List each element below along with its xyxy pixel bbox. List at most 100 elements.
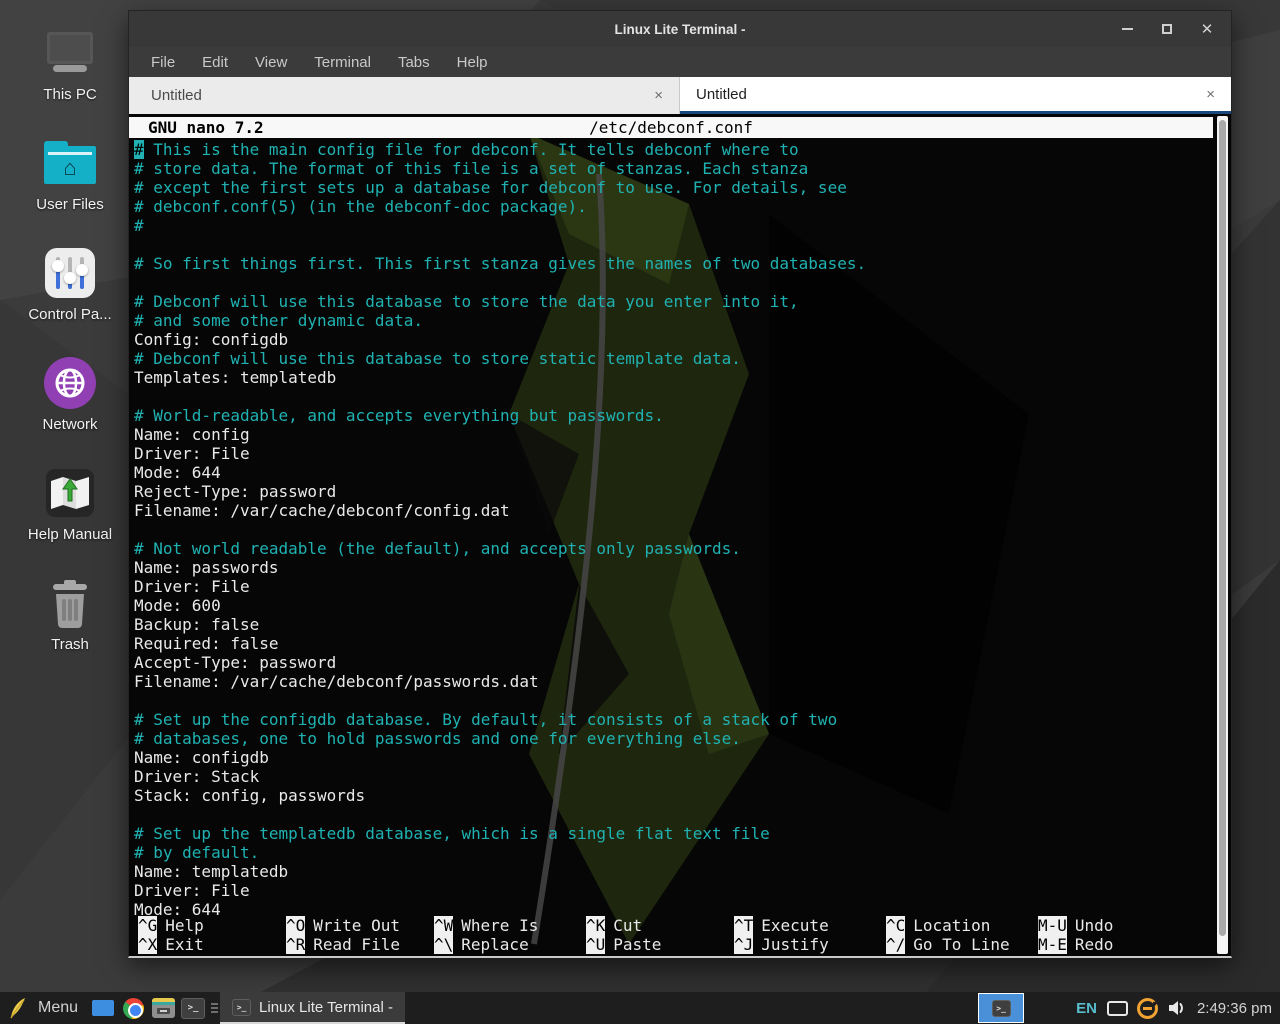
- shortcut-key: ^K: [586, 916, 605, 935]
- nano-line: [134, 235, 1213, 254]
- nano-line: Mode: 644: [134, 900, 1213, 916]
- desktop-icon-control-panel[interactable]: Control Pa...: [8, 244, 132, 340]
- nano-line: # by default.: [134, 843, 1213, 862]
- nano-shortcut: M-ERedo: [1038, 935, 1213, 954]
- menu-file[interactable]: File: [147, 52, 179, 73]
- chrome-icon: [123, 998, 144, 1019]
- scrollbar[interactable]: [1213, 114, 1231, 956]
- chrome-launcher[interactable]: [118, 992, 148, 1024]
- window-controls: ✕: [1119, 11, 1215, 47]
- show-desktop-button[interactable]: [88, 992, 118, 1024]
- nano-line: Name: config: [134, 425, 1213, 444]
- tab-label: Untitled: [680, 86, 747, 103]
- shortcut-label: Read File: [313, 935, 400, 954]
- nano-shortcut: ^TExecute: [734, 916, 886, 935]
- shortcut-key: ^/: [886, 935, 905, 954]
- maximize-button[interactable]: [1159, 21, 1175, 37]
- volume-icon[interactable]: [1167, 999, 1187, 1017]
- linux-lite-logo-icon: [6, 996, 28, 1020]
- shortcut-label: Replace: [461, 935, 528, 954]
- clock[interactable]: 2:49:36 pm: [1197, 1000, 1272, 1017]
- nano-line: # Set up the templatedb database, which …: [134, 824, 1213, 843]
- desktop-icon-this-pc[interactable]: This PC: [8, 24, 132, 120]
- shortcut-key: M-E: [1038, 935, 1067, 954]
- update-notifier-icon[interactable]: [1137, 998, 1158, 1019]
- task-button-label: Linux Lite Terminal -: [259, 999, 393, 1016]
- menu-bar: File Edit View Terminal Tabs Help: [129, 47, 1231, 77]
- terminal-launcher[interactable]: >_: [178, 992, 208, 1024]
- window-title: Linux Lite Terminal -: [129, 22, 1231, 37]
- nano-line: Accept-Type: password: [134, 653, 1213, 672]
- nano-line: Filename: /var/cache/debconf/config.dat: [134, 501, 1213, 520]
- nano-line: [134, 387, 1213, 406]
- nano-shortcut-bar: ^GHelp^OWrite Out^WWhere Is^KCut^TExecut…: [129, 916, 1213, 956]
- scrollbar-track[interactable]: [1217, 116, 1228, 954]
- nano-shortcut: M-UUndo: [1038, 916, 1213, 935]
- keyboard-layout-indicator[interactable]: EN: [1076, 1000, 1097, 1017]
- shortcut-label: Paste: [613, 935, 661, 954]
- nano-line: Backup: false: [134, 615, 1213, 634]
- menu-help[interactable]: Help: [453, 52, 492, 73]
- nano-line: Mode: 644: [134, 463, 1213, 482]
- window-titlebar[interactable]: Linux Lite Terminal - ✕: [129, 11, 1231, 47]
- shortcut-key: ^O: [286, 916, 305, 935]
- desktop-icon-trash[interactable]: Trash: [8, 574, 132, 670]
- menu-tabs[interactable]: Tabs: [394, 52, 434, 73]
- close-button[interactable]: ✕: [1199, 21, 1215, 37]
- nano-shortcuts-row2: ^XExit^RRead File^\Replace^UPaste^JJusti…: [138, 935, 1213, 954]
- tab-close-icon[interactable]: ×: [654, 87, 663, 104]
- nano-line: [134, 805, 1213, 824]
- nano-line: # and some other dynamic data.: [134, 311, 1213, 330]
- nano-buffer[interactable]: # This is the main config file for debco…: [129, 138, 1213, 916]
- nano-line: # This is the main config file for debco…: [134, 140, 1213, 159]
- shortcut-key: ^T: [734, 916, 753, 935]
- shortcut-key: ^W: [434, 916, 453, 935]
- shortcut-label: Undo: [1075, 916, 1114, 935]
- nano-line: # Set up the configdb database. By defau…: [134, 710, 1213, 729]
- nano-line: Driver: Stack: [134, 767, 1213, 786]
- scrollbar-thumb[interactable]: [1219, 120, 1226, 936]
- tray-terminal-button[interactable]: >_: [978, 993, 1024, 1023]
- nano-line: Mode: 600: [134, 596, 1213, 615]
- nano-shortcut: ^OWrite Out: [286, 916, 434, 935]
- file-manager-launcher[interactable]: [148, 992, 178, 1024]
- text-cursor: #: [134, 140, 144, 159]
- menu-terminal[interactable]: Terminal: [310, 52, 375, 73]
- nano-editor[interactable]: GNU nano 7.2 /etc/debconf.conf # This is…: [129, 114, 1213, 956]
- system-tray: >_ EN 2:49:36 pm: [978, 992, 1280, 1024]
- nano-shortcut: ^GHelp: [138, 916, 286, 935]
- nano-shortcut: ^WWhere Is: [434, 916, 586, 935]
- tab-close-icon[interactable]: ×: [1206, 86, 1215, 103]
- nano-line: Reject-Type: password: [134, 482, 1213, 501]
- app-menu-button[interactable]: [0, 992, 34, 1024]
- nano-shortcut: ^/Go To Line: [886, 935, 1038, 954]
- menu-view[interactable]: View: [251, 52, 291, 73]
- desktop-icon-list: This PC ⌂ User Files Control Pa...: [8, 24, 132, 684]
- minimize-button[interactable]: [1119, 21, 1135, 37]
- shortcut-key: ^X: [138, 935, 157, 954]
- tray-display-icon[interactable]: [1107, 1001, 1128, 1016]
- desktop-icon-user-files[interactable]: ⌂ User Files: [8, 134, 132, 230]
- nano-line: # Debconf will use this database to stor…: [134, 292, 1213, 311]
- nano-shortcut: ^KCut: [586, 916, 734, 935]
- desktop-icon-help-manual[interactable]: Help Manual: [8, 464, 132, 560]
- shortcut-label: Justify: [761, 935, 828, 954]
- nano-file-path: /etc/debconf.conf: [129, 117, 1213, 138]
- desktop-icon-label: Network: [42, 416, 97, 433]
- help-manual-icon: [46, 464, 94, 522]
- desktop-icon-network[interactable]: Network: [8, 354, 132, 450]
- nano-line: #: [134, 216, 1213, 235]
- terminal-pane[interactable]: GNU nano 7.2 /etc/debconf.conf # This is…: [129, 114, 1231, 956]
- terminal-icon: >_: [992, 1000, 1011, 1017]
- menu-edit[interactable]: Edit: [198, 52, 232, 73]
- control-panel-icon: [45, 244, 95, 302]
- nano-shortcut: ^XExit: [138, 935, 286, 954]
- nano-line: Driver: File: [134, 577, 1213, 596]
- tab-untitled-2[interactable]: Untitled ×: [680, 77, 1231, 114]
- tab-untitled-1[interactable]: Untitled ×: [129, 77, 680, 114]
- menu-button-label[interactable]: Menu: [38, 999, 78, 1017]
- desktop-icon-label: User Files: [36, 196, 104, 213]
- shortcut-key: ^R: [286, 935, 305, 954]
- task-button-terminal[interactable]: >_ Linux Lite Terminal -: [220, 992, 405, 1024]
- nano-line: Driver: File: [134, 881, 1213, 900]
